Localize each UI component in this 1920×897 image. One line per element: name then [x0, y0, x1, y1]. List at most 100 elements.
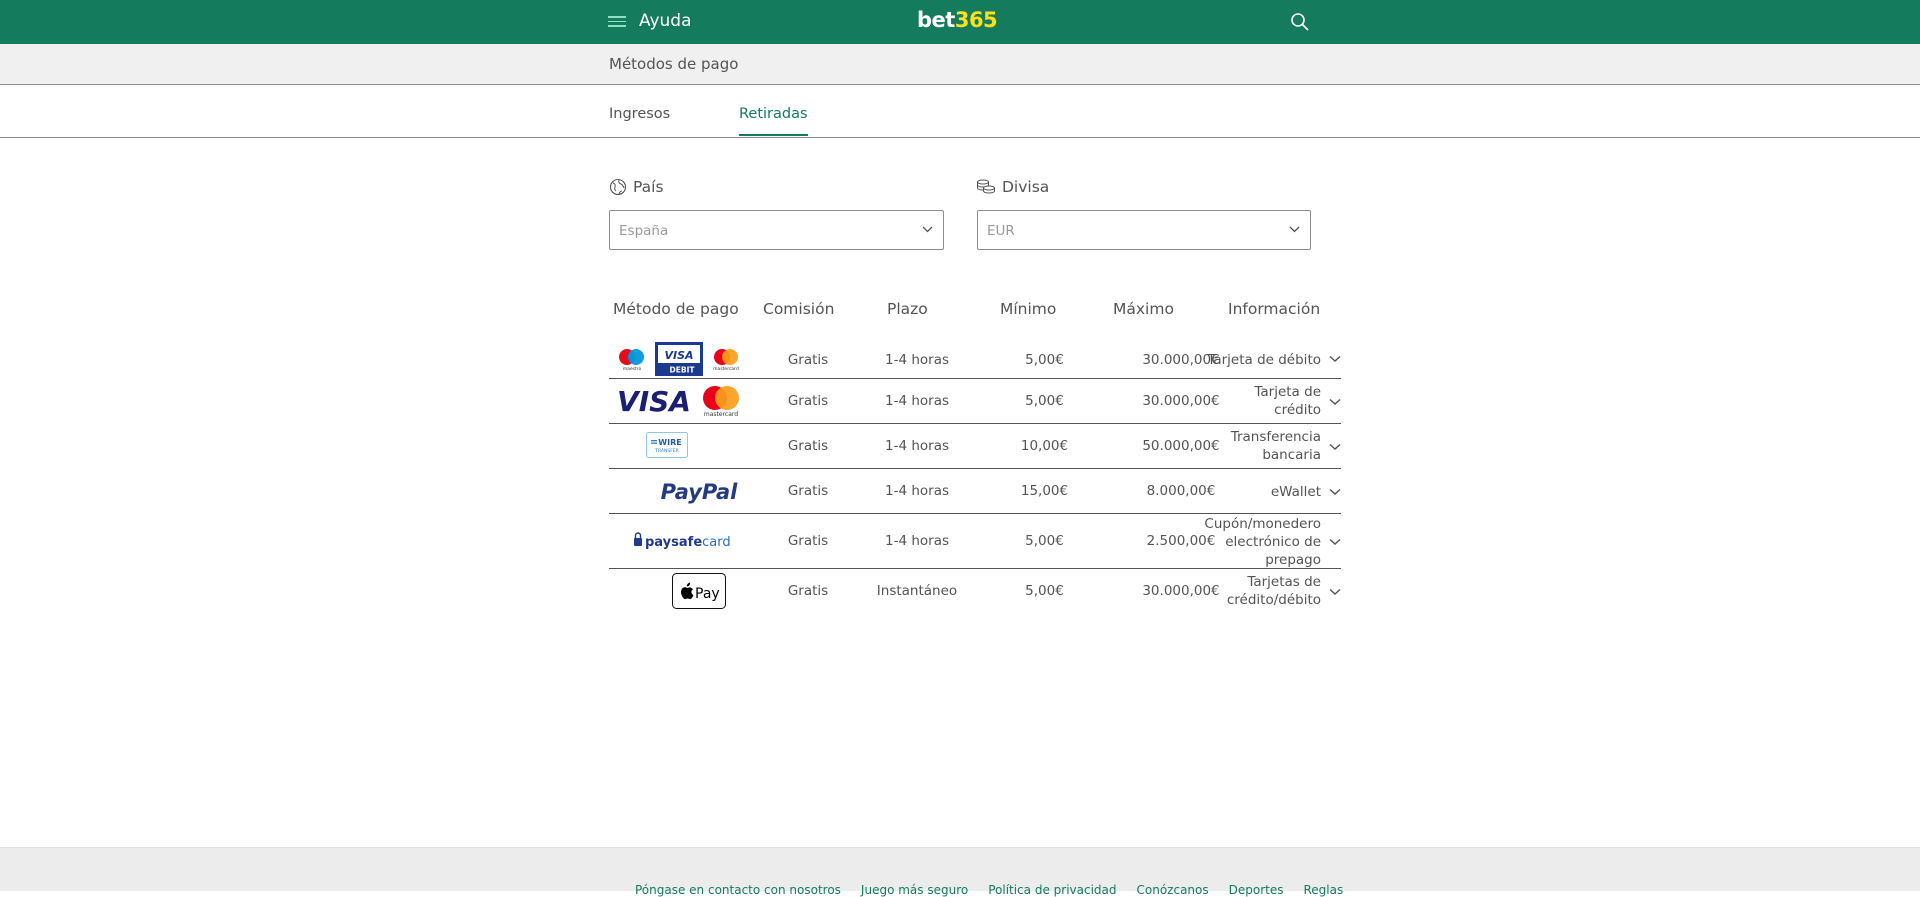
header-fee: Comisión [763, 300, 835, 318]
time-cell: 1-4 horas [884, 533, 949, 549]
fee-cell: Gratis [787, 438, 829, 454]
time-cell: Instantáneo [876, 583, 958, 599]
chevron-down-icon[interactable] [1329, 398, 1341, 406]
table-row[interactable]: paysafecard Gratis 1-4 horas 5,00€ 2.500… [609, 514, 1341, 569]
section-title: Ayuda [639, 11, 692, 31]
country-select-value: España [619, 223, 669, 239]
svg-text:paysafecard: paysafecard [645, 535, 731, 550]
svg-text:Pay: Pay [695, 586, 720, 602]
min-cell: 5,00€ [1025, 352, 1064, 368]
chevron-down-icon [922, 226, 933, 233]
svg-text:VISA: VISA [617, 386, 691, 416]
footer-links: Póngase en contacto con nosotros Juego m… [635, 883, 1343, 897]
info-cell: Tarjeta de crédito [1254, 384, 1321, 418]
footer: Póngase en contacto con nosotros Juego m… [0, 847, 1920, 897]
chevron-down-icon[interactable] [1329, 588, 1341, 596]
min-cell: 5,00€ [1025, 393, 1064, 409]
min-cell: 5,00€ [1025, 533, 1064, 549]
footer-link-privacy[interactable]: Política de privacidad [988, 883, 1116, 897]
visa-logo: VISA [617, 386, 691, 416]
tab-ingresos[interactable]: Ingresos [609, 106, 670, 134]
svg-text:PayPal: PayPal [661, 480, 738, 504]
payment-methods-table: Método de pago Comisión Plazo Mínimo Máx… [609, 290, 1341, 614]
svg-text:mastercard: mastercard [713, 366, 739, 372]
footer-link-about[interactable]: Conózcanos [1137, 883, 1209, 897]
chevron-down-icon[interactable] [1329, 488, 1341, 496]
fee-cell: Gratis [787, 393, 829, 409]
bet365-logo[interactable]: bet365 [917, 8, 998, 32]
info-cell: Cupón/monedero electrónico de prepago [1204, 516, 1321, 568]
header-time: Plazo [887, 300, 928, 318]
currency-label: Divisa [1002, 178, 1050, 196]
country-label: País [633, 178, 664, 196]
time-cell: 1-4 horas [884, 438, 949, 454]
table-row[interactable]: maestro VISA DEBIT mastercard Gratis 1-4 … [609, 340, 1341, 379]
maestro-logo: maestro [619, 349, 644, 372]
table-row[interactable]: WIRE TRANSFER Gratis 1-4 horas 10,00€ 50.… [609, 424, 1341, 469]
footer-link-rules[interactable]: Reglas [1303, 883, 1343, 897]
time-cell: 1-4 horas [884, 483, 949, 499]
footer-link-safer-gambling[interactable]: Juego más seguro [861, 883, 968, 897]
country-select[interactable]: España [609, 210, 944, 250]
chevron-down-icon[interactable] [1329, 538, 1341, 546]
wire-transfer-logo: WIRETRANSFER [646, 432, 688, 458]
payment-logos: WIRE TRANSFER [609, 430, 749, 460]
svg-text:DEBIT: DEBIT [670, 366, 696, 375]
payment-logos: Pay [629, 573, 769, 609]
country-filter-label: País [609, 178, 664, 196]
logo-main-text: bet [917, 8, 955, 32]
table-row[interactable]: VISA mastercard Gratis 1-4 horas 5,00€ 3… [609, 379, 1341, 424]
currency-select[interactable]: EUR [977, 210, 1311, 250]
currency-filter-label: Divisa [976, 178, 1049, 196]
paypal-logo: PayPal [661, 480, 738, 504]
info-cell: Transferencia bancaria [1230, 429, 1321, 463]
header-info: Información [1228, 300, 1321, 318]
time-cell: 1-4 horas [884, 352, 949, 368]
info-cell: Tarjetas de crédito/débito [1226, 574, 1321, 608]
header-min: Mínimo [1000, 300, 1057, 318]
tab-bar: Ingresos Retiradas [0, 85, 1920, 138]
fee-cell: Gratis [787, 533, 829, 549]
mastercard-logo: mastercard [713, 349, 739, 372]
chevron-down-icon[interactable] [1329, 355, 1341, 363]
tab-retiradas[interactable]: Retiradas [739, 106, 808, 136]
payment-logos: paysafecard [611, 526, 751, 556]
payment-logos: PayPal [629, 475, 769, 507]
footer-link-sports[interactable]: Deportes [1229, 883, 1284, 897]
min-cell: 10,00€ [1020, 438, 1069, 454]
svg-text:VISA: VISA [664, 349, 693, 362]
svg-text:TRANSFER: TRANSFER [654, 448, 679, 454]
apple-pay-logo: Pay [672, 573, 726, 609]
paysafecard-logo: paysafecard [634, 532, 731, 550]
payment-logos: maestro VISA DEBIT mastercard [609, 342, 749, 376]
page-title: Métodos de pago [609, 55, 739, 73]
chevron-down-icon[interactable] [1329, 443, 1341, 451]
fee-cell: Gratis [787, 483, 829, 499]
info-cell: Tarjeta de débito [1207, 352, 1321, 368]
search-icon[interactable] [1290, 12, 1312, 34]
payment-logos: VISA mastercard [609, 383, 749, 419]
min-cell: 15,00€ [1020, 483, 1069, 499]
table-row[interactable]: PayPal Gratis 1-4 horas 15,00€ 8.000,00€… [609, 469, 1341, 514]
svg-text:mastercard: mastercard [704, 411, 738, 418]
coins-icon [977, 179, 995, 194]
header-max: Máximo [1113, 300, 1174, 318]
globe-icon [609, 178, 627, 196]
info-cell: eWallet [1270, 484, 1321, 500]
table-row[interactable]: Pay Gratis Instantáneo 5,00€ 30.000,00€ … [609, 569, 1341, 614]
mastercard-logo: mastercard [703, 386, 739, 418]
breadcrumb: Métodos de pago [0, 44, 1920, 85]
chevron-down-icon [1289, 226, 1300, 233]
hamburger-icon[interactable] [608, 13, 626, 31]
footer-link-contact[interactable]: Póngase en contacto con nosotros [635, 883, 841, 897]
fee-cell: Gratis [787, 583, 829, 599]
currency-select-value: EUR [987, 223, 1015, 239]
time-cell: 1-4 horas [884, 393, 949, 409]
table-header: Método de pago Comisión Plazo Mínimo Máx… [609, 290, 1341, 340]
svg-text:maestro: maestro [623, 366, 642, 372]
top-header: Ayuda bet365 [0, 0, 1920, 44]
min-cell: 5,00€ [1025, 583, 1064, 599]
header-method: Método de pago [613, 300, 739, 318]
fee-cell: Gratis [787, 352, 829, 368]
svg-text:WIRE: WIRE [658, 438, 681, 447]
